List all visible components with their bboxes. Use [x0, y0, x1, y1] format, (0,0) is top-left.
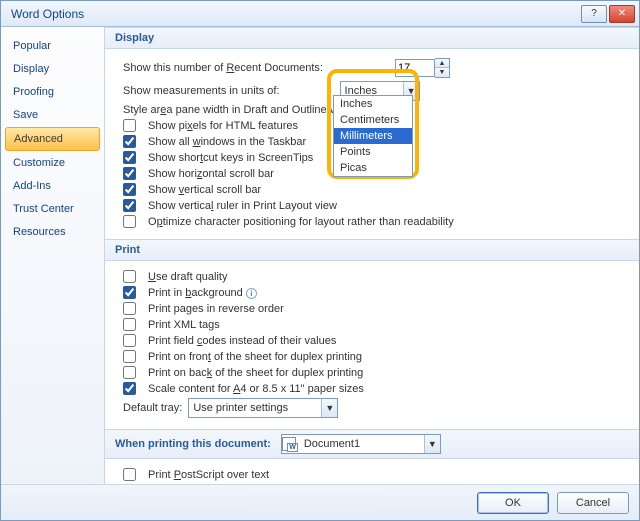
recent-docs-input[interactable] — [395, 59, 435, 77]
print-check-checkbox-3[interactable] — [123, 318, 136, 331]
print-check-row-1: Print in backgroundi — [123, 286, 625, 299]
print-check-checkbox-7[interactable] — [123, 382, 136, 395]
print-check-row-3: Print XML tags — [123, 318, 625, 331]
display-check-checkbox-1[interactable] — [123, 135, 136, 148]
display-check-row-4: Show vertical scroll bar — [123, 183, 625, 196]
titlebar: Word Options ? ✕ — [1, 1, 639, 27]
window-title: Word Options — [11, 7, 579, 21]
print-check-checkbox-5[interactable] — [123, 350, 136, 363]
display-check-checkbox-6[interactable] — [123, 215, 136, 228]
style-area-label: Style area pane width in Draft and Outli… — [123, 104, 360, 116]
close-button[interactable]: ✕ — [609, 5, 635, 23]
sidebar-item-resources[interactable]: Resources — [5, 221, 100, 243]
section-display-title: Display — [105, 27, 639, 49]
sidebar-item-customize[interactable]: Customize — [5, 152, 100, 174]
display-check-checkbox-2[interactable] — [123, 151, 136, 164]
display-check-checkbox-0[interactable] — [123, 119, 136, 132]
sidebar-item-advanced[interactable]: Advanced — [5, 127, 100, 151]
help-button[interactable]: ? — [581, 5, 607, 23]
print-check-label-4: Print field codes instead of their value… — [148, 335, 336, 347]
display-check-checkbox-5[interactable] — [123, 199, 136, 212]
print-check-label-6: Print on back of the sheet for duplex pr… — [148, 367, 363, 379]
print-check-label-5: Print on front of the sheet for duplex p… — [148, 351, 362, 363]
section-printdoc-title: When printing this document: Document1 ▼ — [105, 429, 639, 459]
info-icon[interactable]: i — [246, 288, 257, 299]
sidebar-item-popular[interactable]: Popular — [5, 35, 100, 57]
chevron-down-icon: ▼ — [321, 399, 337, 417]
printdoc-check-label-0: Print PostScript over text — [148, 469, 269, 481]
display-check-row-5: Show vertical ruler in Print Layout view — [123, 199, 625, 212]
sidebar-item-proofing[interactable]: Proofing — [5, 81, 100, 103]
print-check-row-4: Print field codes instead of their value… — [123, 334, 625, 347]
sidebar: Popular Display Proofing Save Advanced C… — [1, 27, 105, 484]
print-check-checkbox-6[interactable] — [123, 366, 136, 379]
footer: OK Cancel — [1, 484, 639, 520]
recent-docs-spinner[interactable]: ▲▼ — [395, 58, 450, 78]
sidebar-item-display[interactable]: Display — [5, 58, 100, 80]
document-icon — [282, 437, 296, 451]
print-check-label-2: Print pages in reverse order — [148, 303, 284, 315]
display-check-checkbox-4[interactable] — [123, 183, 136, 196]
print-check-row-5: Print on front of the sheet for duplex p… — [123, 350, 625, 363]
print-check-checkbox-0[interactable] — [123, 270, 136, 283]
word-options-window: Word Options ? ✕ Popular Display Proofin… — [0, 0, 640, 521]
default-tray-select[interactable]: Use printer settings ▼ — [188, 398, 338, 418]
print-check-row-0: Use draft quality — [123, 270, 625, 283]
display-check-checkbox-3[interactable] — [123, 167, 136, 180]
units-option-picas[interactable]: Picas — [334, 160, 412, 176]
sidebar-item-addins[interactable]: Add-Ins — [5, 175, 100, 197]
ok-button[interactable]: OK — [477, 492, 549, 514]
printdoc-check-row-0: Print PostScript over text — [123, 468, 625, 481]
printdoc-select[interactable]: Document1 ▼ — [281, 434, 441, 454]
print-check-label-3: Print XML tags — [148, 319, 220, 331]
default-tray-label: Default tray: — [123, 402, 182, 414]
units-label: Show measurements in units of: — [123, 85, 280, 97]
chevron-down-icon: ▼ — [424, 435, 440, 453]
units-option-centimeters[interactable]: Centimeters — [334, 112, 412, 128]
print-check-row-2: Print pages in reverse order — [123, 302, 625, 315]
print-check-checkbox-4[interactable] — [123, 334, 136, 347]
default-tray-row: Default tray: Use printer settings ▼ — [123, 398, 625, 418]
section-print-title: Print — [105, 239, 639, 261]
display-check-label-6: Optimize character positioning for layou… — [148, 216, 454, 228]
print-check-label-0: Use draft quality — [148, 271, 228, 283]
sidebar-item-save[interactable]: Save — [5, 104, 100, 126]
print-check-row-6: Print on back of the sheet for duplex pr… — [123, 366, 625, 379]
main-panel: Display Show this number of Recent Docum… — [105, 27, 639, 484]
units-option-inches[interactable]: Inches — [334, 96, 412, 112]
print-check-label-1: Print in backgroundi — [148, 287, 257, 299]
print-check-row-7: Scale content for A4 or 8.5 x 11" paper … — [123, 382, 625, 395]
display-check-label-2: Show shortcut keys in ScreenTips — [148, 152, 313, 164]
units-option-millimeters[interactable]: Millimeters — [334, 128, 412, 144]
units-dropdown-list[interactable]: Inches Centimeters Millimeters Points Pi… — [333, 95, 413, 177]
display-check-label-4: Show vertical scroll bar — [148, 184, 261, 196]
cancel-button[interactable]: Cancel — [557, 492, 629, 514]
recent-docs-label: Show this number of Recent Documents: — [123, 62, 323, 74]
display-check-label-0: Show pixels for HTML features — [148, 120, 298, 132]
display-check-row-6: Optimize character positioning for layou… — [123, 215, 625, 228]
print-check-checkbox-2[interactable] — [123, 302, 136, 315]
printdoc-check-checkbox-0[interactable] — [123, 468, 136, 481]
spinner-up-icon: ▲ — [435, 59, 449, 68]
units-option-points[interactable]: Points — [334, 144, 412, 160]
print-check-checkbox-1[interactable] — [123, 286, 136, 299]
recent-docs-row: Show this number of Recent Documents: ▲▼ — [123, 58, 625, 78]
print-check-label-7: Scale content for A4 or 8.5 x 11" paper … — [148, 383, 364, 395]
display-check-label-1: Show all windows in the Taskbar — [148, 136, 306, 148]
display-check-label-5: Show vertical ruler in Print Layout view — [148, 200, 337, 212]
sidebar-item-trustcenter[interactable]: Trust Center — [5, 198, 100, 220]
spinner-down-icon: ▼ — [435, 68, 449, 77]
display-check-label-3: Show horizontal scroll bar — [148, 168, 274, 180]
